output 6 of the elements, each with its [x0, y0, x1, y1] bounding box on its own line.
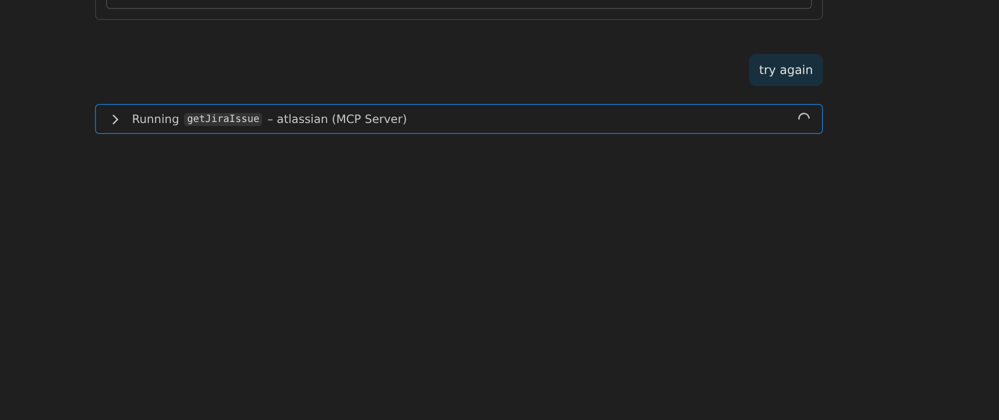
status-text: Running	[132, 112, 180, 126]
tool-call-row[interactable]: Running getJiraIssue – atlassian (MCP Server)	[95, 104, 823, 134]
user-message: try again	[749, 54, 823, 86]
tool-name: getJiraIssue	[184, 112, 262, 126]
server-text: – atlassian (MCP Server)	[267, 112, 407, 126]
chevron-icon	[111, 114, 119, 124]
